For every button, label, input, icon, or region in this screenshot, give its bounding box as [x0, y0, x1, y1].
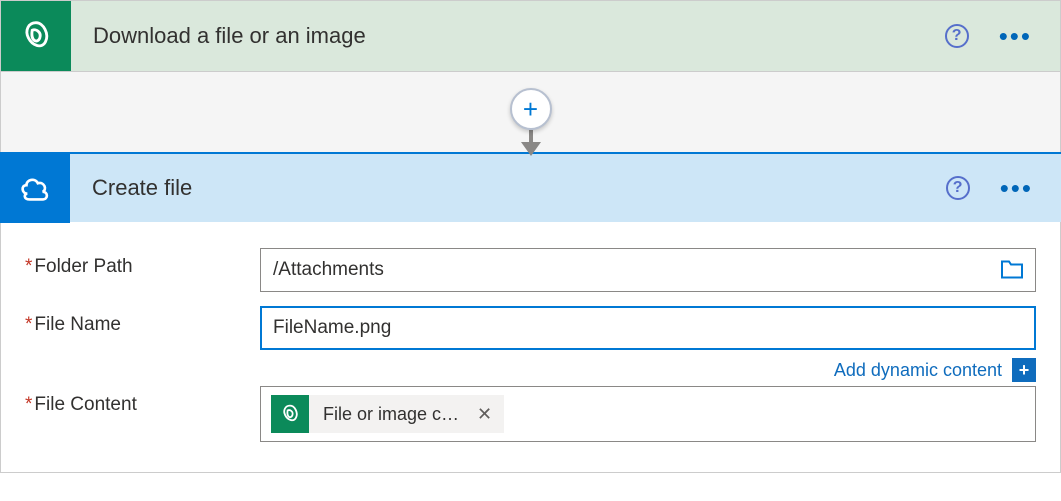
folder-path-input[interactable] [260, 248, 1036, 292]
required-star-icon: * [25, 314, 32, 335]
row-folder-path: *Folder Path [25, 248, 1036, 292]
help-icon[interactable]: ? [946, 176, 970, 200]
dynamic-content-plus-icon[interactable]: + [1012, 358, 1036, 382]
dataverse-icon [271, 395, 309, 433]
action-createfile-header[interactable]: Create file ? ••• [0, 152, 1061, 222]
more-menu-icon[interactable]: ••• [999, 23, 1032, 49]
file-content-token-label: File or image c… [309, 404, 473, 425]
action-download-title: Download a file or an image [71, 23, 945, 49]
help-icon[interactable]: ? [945, 24, 969, 48]
add-dynamic-content-link[interactable]: Add dynamic content [834, 360, 1002, 381]
file-content-token[interactable]: File or image c… ✕ [271, 395, 504, 433]
action-download-card: Download a file or an image ? ••• [0, 0, 1061, 72]
onedrive-icon [0, 153, 70, 223]
dataverse-icon [1, 1, 71, 71]
connector-area: + [0, 72, 1061, 152]
required-star-icon: * [25, 394, 32, 415]
action-download-header[interactable]: Download a file or an image ? ••• [1, 1, 1060, 71]
required-star-icon: * [25, 256, 32, 277]
label-file-content: *File Content [25, 386, 260, 416]
file-content-field[interactable]: File or image c… ✕ [260, 386, 1036, 442]
file-name-input[interactable] [260, 306, 1036, 350]
label-folder-path: *Folder Path [25, 248, 260, 278]
add-step-button[interactable]: + [510, 88, 552, 130]
dynamic-content-row: Add dynamic content + [260, 358, 1036, 382]
action-createfile-title: Create file [70, 175, 946, 201]
row-file-content: *File Content File or image c… ✕ [25, 386, 1036, 442]
remove-token-icon[interactable]: ✕ [473, 404, 504, 425]
label-file-name: *File Name [25, 306, 260, 336]
row-file-name: *File Name Add dynamic content + [25, 306, 1036, 382]
more-menu-icon[interactable]: ••• [1000, 175, 1033, 201]
action-createfile-card: Create file ? ••• *Folder Path [0, 152, 1061, 473]
action-createfile-body: *Folder Path *File Name [0, 222, 1061, 473]
folder-picker-icon[interactable] [1000, 258, 1024, 283]
connector-arrow-icon [521, 142, 541, 156]
